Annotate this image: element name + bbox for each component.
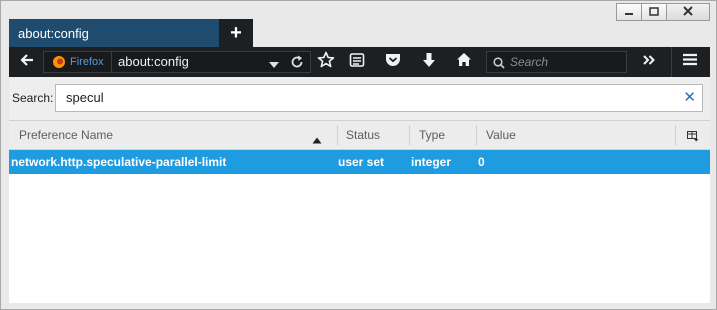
minimize-icon: [624, 3, 634, 21]
filter-value[interactable]: specul: [66, 85, 104, 111]
reading-list-icon: [349, 52, 365, 73]
column-separator[interactable]: [409, 125, 410, 145]
cell-value: 0: [478, 155, 485, 169]
pocket-icon: [385, 52, 401, 72]
column-header-status[interactable]: Status: [346, 121, 380, 149]
about-config-page: Search: specul ✕ Preference Name Status …: [9, 77, 710, 303]
column-header-preference-name[interactable]: Preference Name: [19, 121, 113, 149]
column-separator[interactable]: [337, 125, 338, 145]
overflow-icon: [642, 53, 656, 71]
plus-icon: +: [230, 22, 242, 44]
cell-type: integer: [411, 155, 452, 169]
downloads-button[interactable]: [417, 47, 441, 77]
search-bar[interactable]: Search: [486, 51, 627, 73]
column-separator[interactable]: [675, 125, 676, 145]
table-header: Preference Name Status Type Value: [9, 121, 710, 150]
overflow-button[interactable]: [637, 47, 661, 77]
reload-icon[interactable]: [290, 55, 304, 74]
browser-window: about:config + Firefox about:config Sear…: [0, 0, 717, 310]
filter-row: Search: specul ✕: [9, 77, 710, 119]
column-header-value[interactable]: Value: [486, 121, 516, 149]
back-button[interactable]: [13, 47, 41, 77]
maximize-icon: [649, 3, 659, 21]
close-icon: [683, 3, 693, 21]
bookmark-star-icon: [317, 51, 335, 73]
table-row[interactable]: network.http.speculative-parallel-limit …: [9, 150, 710, 174]
pocket-button[interactable]: [381, 47, 405, 77]
filter-input[interactable]: specul ✕: [55, 84, 703, 112]
back-icon: [20, 53, 34, 71]
tab-title: about:config: [18, 26, 89, 41]
new-tab-button[interactable]: +: [219, 19, 253, 48]
clear-icon[interactable]: ✕: [683, 85, 696, 111]
window-controls: [616, 3, 710, 21]
search-placeholder: Search: [510, 55, 549, 69]
cell-preference-name: network.http.speculative-parallel-limit: [11, 155, 227, 169]
home-icon: [456, 52, 472, 72]
title-bar: about:config +: [1, 1, 716, 48]
sort-ascending-icon[interactable]: [312, 131, 322, 149]
menu-button[interactable]: [671, 47, 707, 77]
url-bar[interactable]: Firefox about:config: [43, 51, 311, 73]
identity-label: Firefox: [70, 56, 104, 68]
minimize-button[interactable]: [616, 3, 642, 21]
close-button[interactable]: [666, 3, 710, 21]
identity-box[interactable]: Firefox: [44, 52, 112, 72]
menu-icon: [682, 53, 698, 71]
preferences-table: Preference Name Status Type Value networ…: [9, 120, 710, 303]
dropdown-icon[interactable]: [268, 57, 280, 75]
maximize-button[interactable]: [641, 3, 667, 21]
column-picker-icon[interactable]: [687, 129, 699, 147]
column-separator[interactable]: [476, 125, 477, 145]
search-icon: [493, 56, 505, 74]
column-header-type[interactable]: Type: [419, 121, 445, 149]
bookmark-button[interactable]: [314, 47, 338, 77]
cell-status: user set: [338, 155, 385, 169]
reading-list-button[interactable]: [345, 47, 369, 77]
navigation-toolbar: Firefox about:config Search: [9, 47, 710, 77]
home-button[interactable]: [452, 47, 476, 77]
tab-about-config[interactable]: about:config: [9, 19, 219, 48]
search-label: Search:: [12, 91, 54, 105]
url-text[interactable]: about:config: [118, 52, 189, 72]
firefox-logo-icon: [52, 55, 66, 69]
download-icon: [422, 52, 436, 73]
